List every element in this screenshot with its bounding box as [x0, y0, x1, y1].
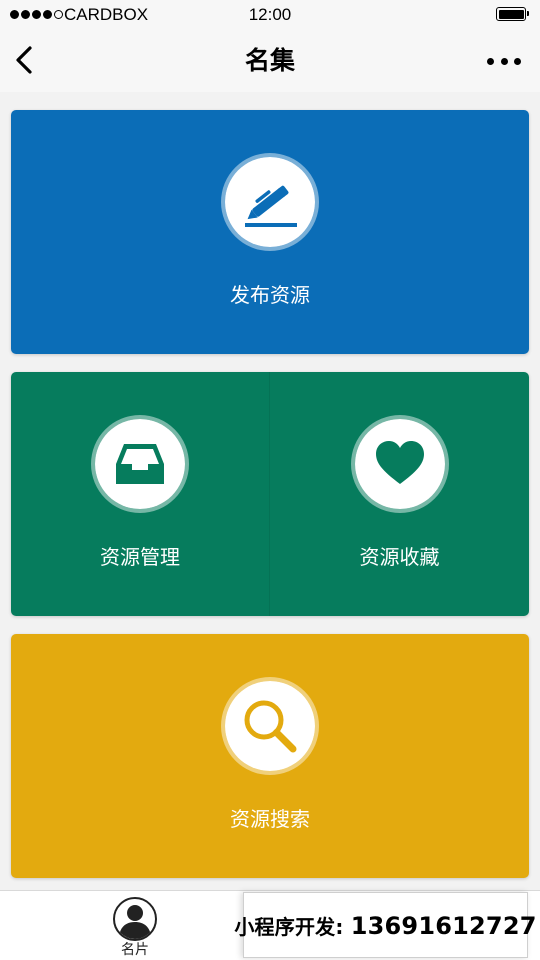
person-avatar-icon	[113, 897, 157, 941]
manage-resources-label: 资源管理	[100, 545, 180, 569]
tab-label: 名片	[121, 942, 149, 958]
navigation-bar: 名集	[0, 30, 540, 92]
search-icon-circle	[221, 677, 319, 775]
magnifier-icon	[244, 700, 297, 753]
search-resource-card[interactable]: 资源搜索	[11, 634, 529, 878]
heart-icon	[375, 441, 424, 484]
publish-icon-circle	[221, 153, 319, 251]
pen-icon	[245, 185, 297, 227]
ellipsis-icon	[487, 57, 494, 65]
publish-resource-card[interactable]: 发布资源	[11, 110, 529, 354]
promo-text: 小程序开发: 13691612727	[234, 911, 536, 940]
page-title: 名集	[244, 46, 295, 75]
publish-resource-label: 发布资源	[230, 283, 310, 307]
inbox-tray-icon	[116, 444, 164, 484]
favorite-resources-tile[interactable]: 资源收藏	[270, 372, 529, 616]
promo-banner: 小程序开发: 13691612727	[234, 892, 536, 958]
search-resource-label: 资源搜索	[230, 807, 310, 831]
battery-icon	[496, 7, 529, 21]
manage-icon-circle	[91, 415, 189, 513]
tab-business-card[interactable]: 名片	[96, 897, 174, 959]
favorites-icon-circle	[350, 415, 449, 513]
status-time: 12:00	[248, 5, 292, 24]
promo-phone: 13691612727	[350, 911, 537, 940]
promo-prefix: 小程序开发:	[234, 914, 344, 939]
status-bar: CARDBOX 12:00	[0, 0, 540, 30]
manage-resources-tile[interactable]: 资源管理	[11, 372, 270, 616]
more-button[interactable]	[484, 50, 524, 72]
favorite-resources-label: 资源收藏	[359, 545, 440, 569]
resource-actions-card: 资源管理 资源收藏	[11, 372, 529, 616]
